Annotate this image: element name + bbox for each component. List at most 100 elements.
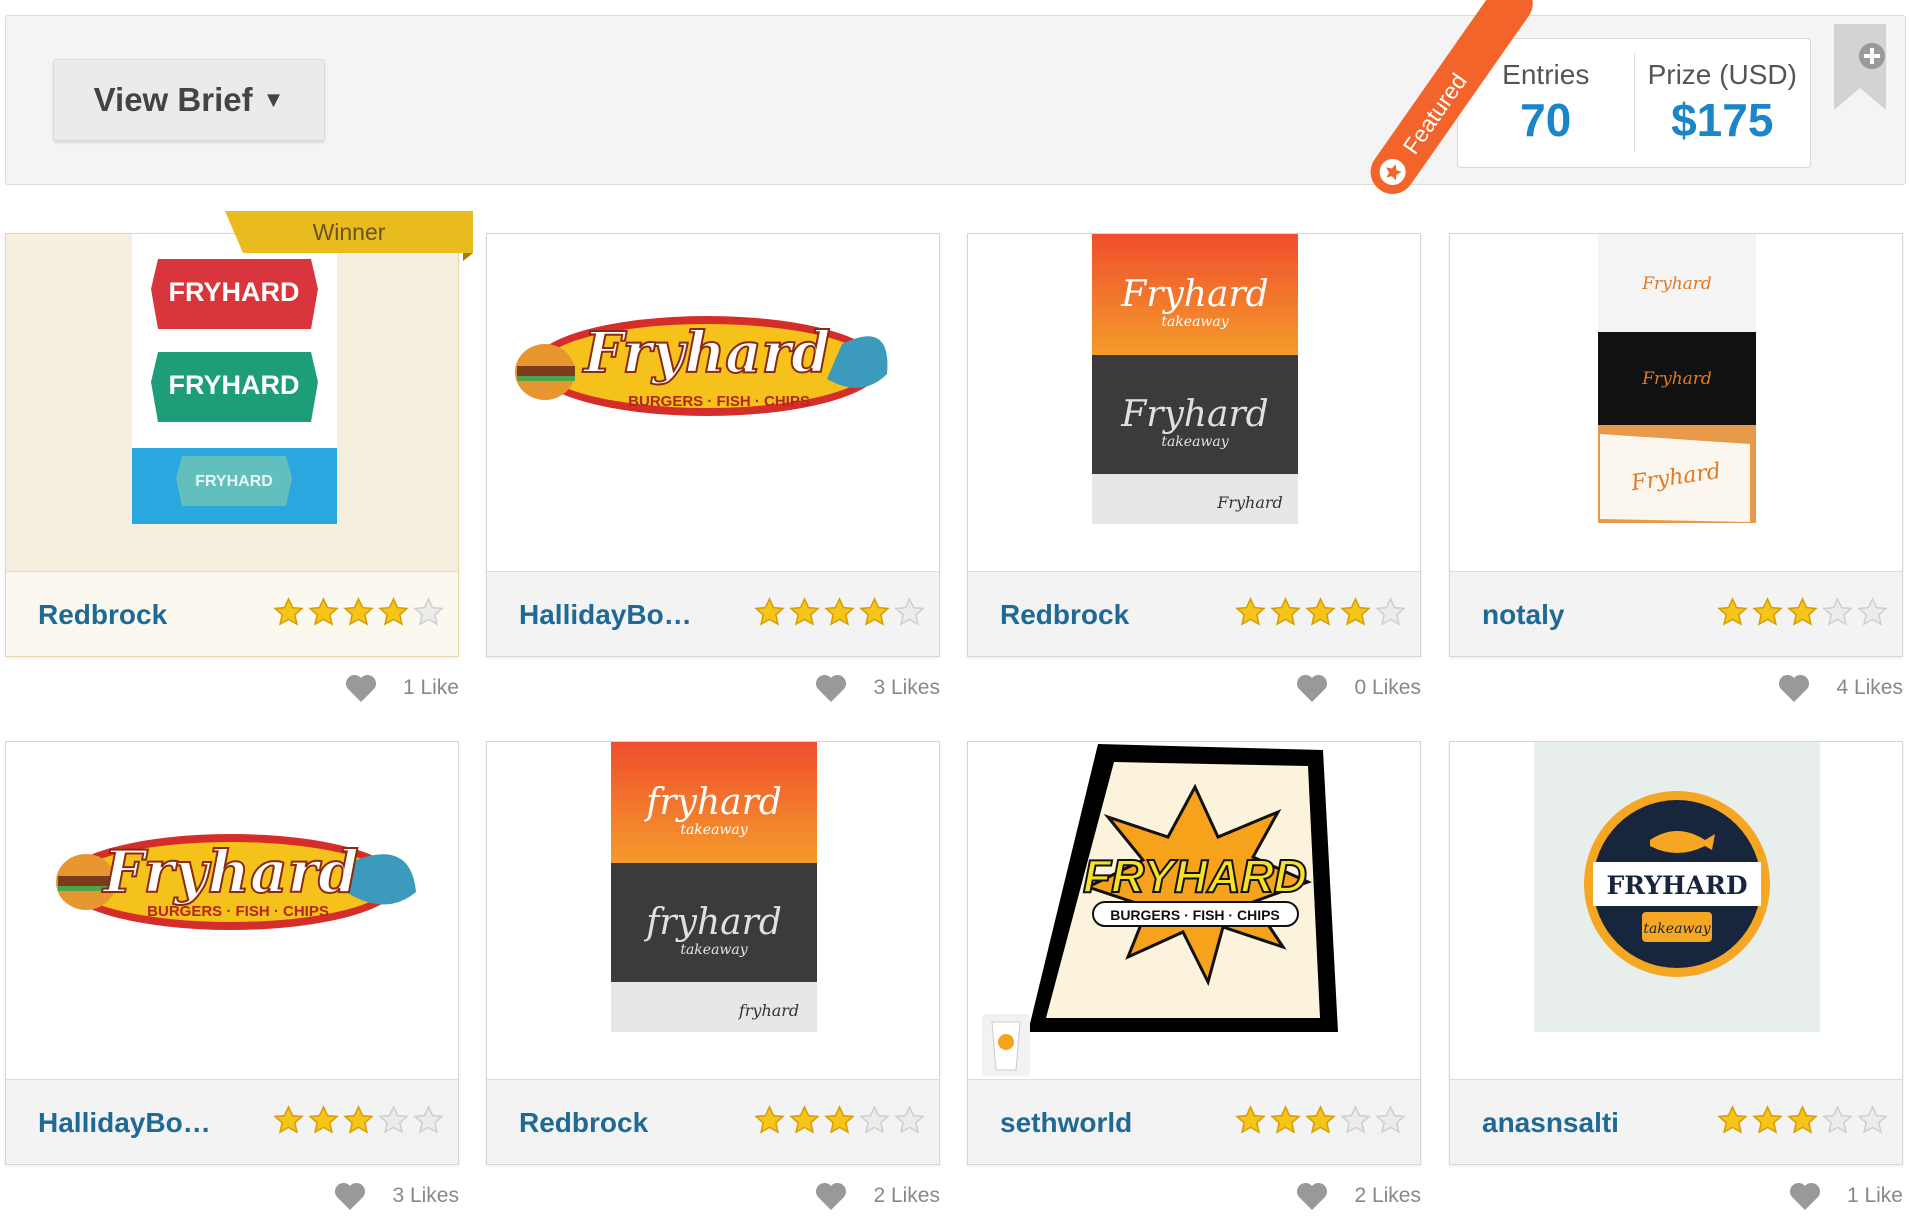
- entries-label: Entries: [1502, 59, 1590, 90]
- star-empty-icon[interactable]: [1375, 1105, 1406, 1136]
- star-filled-icon[interactable]: [1235, 597, 1266, 628]
- star-filled-icon[interactable]: [343, 597, 374, 628]
- star-empty-icon[interactable]: [1340, 1105, 1371, 1136]
- likes-row: 3 Likes: [815, 673, 940, 703]
- cup-thumbnail[interactable]: [982, 1014, 1030, 1076]
- star-empty-icon[interactable]: [413, 597, 444, 628]
- rating-stars: [1235, 597, 1406, 628]
- winner-label: Winner: [312, 219, 386, 245]
- entries-stat: Entries 70: [1458, 39, 1634, 167]
- entry-card[interactable]: FRYHARD FRYHARD FRYHARD Redbrock Winner …: [5, 211, 473, 702]
- star-filled-icon[interactable]: [1717, 1105, 1748, 1136]
- entry-card-body: Fryhard takeaway Fryhard takeaway Fryhar…: [967, 233, 1421, 657]
- view-brief-button[interactable]: View Brief ▼: [53, 59, 325, 141]
- likes-count: 1 Like: [1846, 1184, 1903, 1207]
- heart-icon[interactable]: [815, 674, 847, 702]
- entry-card[interactable]: Fryhard BURGERS · FISH · CHIPS HallidayB…: [486, 233, 940, 702]
- star-empty-icon[interactable]: [894, 597, 925, 628]
- heart-icon[interactable]: [345, 674, 377, 702]
- star-filled-icon[interactable]: [343, 1105, 374, 1136]
- star-filled-icon[interactable]: [789, 1105, 820, 1136]
- designer-name[interactable]: sethworld: [1000, 1080, 1132, 1165]
- rating-stars: [1717, 597, 1888, 628]
- star-filled-icon[interactable]: [789, 597, 820, 628]
- entry-footer: Redbrock: [6, 571, 458, 656]
- star-filled-icon[interactable]: [754, 1105, 785, 1136]
- entry-thumbnail[interactable]: FRYHARD FRYHARD FRYHARD: [6, 234, 458, 571]
- entry-thumbnail[interactable]: fryhard takeaway fryhard takeaway fryhar…: [487, 742, 939, 1079]
- designer-name[interactable]: Redbrock: [519, 1080, 648, 1165]
- designer-name[interactable]: HallidayBo…: [519, 572, 692, 657]
- star-filled-icon[interactable]: [824, 1105, 855, 1136]
- star-empty-icon[interactable]: [378, 1105, 409, 1136]
- heart-icon[interactable]: [334, 1182, 366, 1210]
- svg-text:Fryhard: Fryhard: [582, 320, 830, 386]
- star-empty-icon[interactable]: [413, 1105, 444, 1136]
- likes-count: 2 Likes: [873, 1184, 940, 1207]
- entry-footer: HallidayBo…: [487, 571, 939, 656]
- star-empty-icon[interactable]: [1857, 597, 1888, 628]
- entry-thumbnail[interactable]: Fryhard BURGERS · FISH · CHIPS: [6, 742, 458, 1079]
- star-filled-icon[interactable]: [308, 1105, 339, 1136]
- entry-thumbnail[interactable]: Fryhard BURGERS · FISH · CHIPS: [487, 234, 939, 571]
- svg-text:BURGERS · FISH · CHIPS: BURGERS · FISH · CHIPS: [147, 903, 329, 920]
- star-empty-icon[interactable]: [1822, 597, 1853, 628]
- svg-text:takeaway: takeaway: [1643, 921, 1711, 937]
- rating-stars: [273, 1105, 444, 1136]
- entry-card[interactable]: FRYHARD takeaway anasnsalti 1 Like: [1449, 741, 1903, 1210]
- star-filled-icon[interactable]: [1752, 1105, 1783, 1136]
- svg-text:Fryhard: Fryhard: [1216, 493, 1283, 512]
- star-filled-icon[interactable]: [1787, 1105, 1818, 1136]
- entry-thumbnail[interactable]: FRYHARD BURGERS · FISH · CHIPS: [968, 742, 1420, 1079]
- entry-card[interactable]: FRYHARD BURGERS · FISH · CHIPS sethworld…: [967, 741, 1421, 1210]
- entry-card[interactable]: fryhard takeaway fryhard takeaway fryhar…: [486, 741, 940, 1210]
- star-filled-icon[interactable]: [859, 597, 890, 628]
- designer-name[interactable]: Redbrock: [1000, 572, 1129, 657]
- designer-name[interactable]: HallidayBo…: [38, 1080, 211, 1165]
- svg-text:Fryhard: Fryhard: [101, 838, 358, 906]
- heart-icon[interactable]: [1789, 1182, 1821, 1210]
- star-filled-icon[interactable]: [1305, 1105, 1336, 1136]
- star-filled-icon[interactable]: [273, 597, 304, 628]
- star-filled-icon[interactable]: [754, 597, 785, 628]
- star-empty-icon[interactable]: [859, 1105, 890, 1136]
- entry-card[interactable]: Fryhard Fryhard Fryhard notaly 4 Likes: [1449, 233, 1903, 702]
- bookmark-plus-icon[interactable]: [1834, 24, 1886, 110]
- star-filled-icon[interactable]: [1717, 597, 1748, 628]
- star-filled-icon[interactable]: [1787, 597, 1818, 628]
- likes-count: 4 Likes: [1836, 676, 1903, 699]
- entry-thumbnail[interactable]: FRYHARD takeaway: [1450, 742, 1902, 1079]
- entry-card-body: Fryhard BURGERS · FISH · CHIPS HallidayB…: [486, 233, 940, 657]
- star-filled-icon[interactable]: [1340, 597, 1371, 628]
- entry-card-body: Fryhard BURGERS · FISH · CHIPS HallidayB…: [5, 741, 459, 1165]
- entry-card[interactable]: Fryhard takeaway Fryhard takeaway Fryhar…: [967, 233, 1421, 702]
- star-empty-icon[interactable]: [1822, 1105, 1853, 1136]
- likes-row: 1 Like: [1789, 1181, 1903, 1211]
- heart-icon[interactable]: [815, 1182, 847, 1210]
- contest-header-bar: View Brief ▼ Entries 70 Prize (USD) $175: [5, 15, 1906, 185]
- star-filled-icon[interactable]: [1270, 1105, 1301, 1136]
- heart-icon[interactable]: [1296, 674, 1328, 702]
- entry-card[interactable]: Fryhard BURGERS · FISH · CHIPS HallidayB…: [5, 741, 459, 1210]
- entry-thumbnail[interactable]: Fryhard Fryhard Fryhard: [1450, 234, 1902, 571]
- star-filled-icon[interactable]: [1305, 597, 1336, 628]
- star-filled-icon[interactable]: [273, 1105, 304, 1136]
- star-filled-icon[interactable]: [824, 597, 855, 628]
- star-filled-icon[interactable]: [1235, 1105, 1266, 1136]
- star-filled-icon[interactable]: [1752, 597, 1783, 628]
- star-filled-icon[interactable]: [378, 597, 409, 628]
- designer-name[interactable]: notaly: [1482, 572, 1564, 657]
- designer-name[interactable]: Redbrock: [38, 572, 167, 657]
- star-empty-icon[interactable]: [1857, 1105, 1888, 1136]
- star-filled-icon[interactable]: [308, 597, 339, 628]
- rating-stars: [273, 597, 444, 628]
- likes-row: 2 Likes: [815, 1181, 940, 1211]
- heart-icon[interactable]: [1296, 1182, 1328, 1210]
- designer-name[interactable]: anasnsalti: [1482, 1080, 1619, 1165]
- star-filled-icon[interactable]: [1270, 597, 1301, 628]
- star-empty-icon[interactable]: [1375, 597, 1406, 628]
- entry-thumbnail[interactable]: Fryhard takeaway Fryhard takeaway Fryhar…: [968, 234, 1420, 571]
- chevron-down-icon: ▼: [262, 87, 285, 112]
- star-empty-icon[interactable]: [894, 1105, 925, 1136]
- heart-icon[interactable]: [1778, 674, 1810, 702]
